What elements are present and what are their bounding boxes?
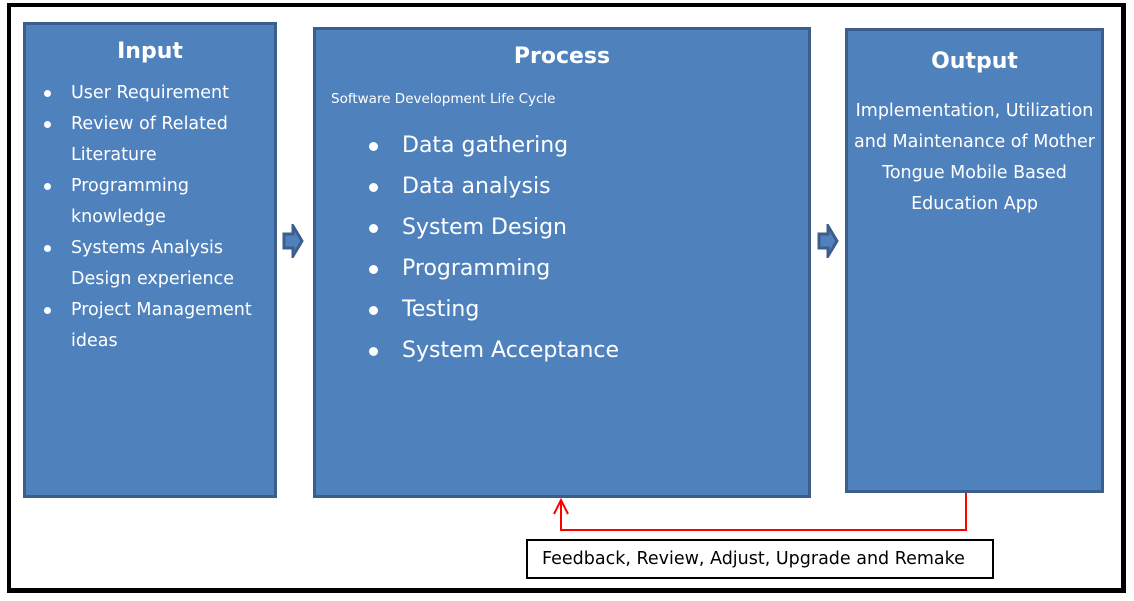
feedback-label: Feedback, Review, Adjust, Upgrade and Re… <box>526 539 994 579</box>
feedback-loop-arrow <box>553 493 967 531</box>
feedback-line <box>560 493 967 531</box>
